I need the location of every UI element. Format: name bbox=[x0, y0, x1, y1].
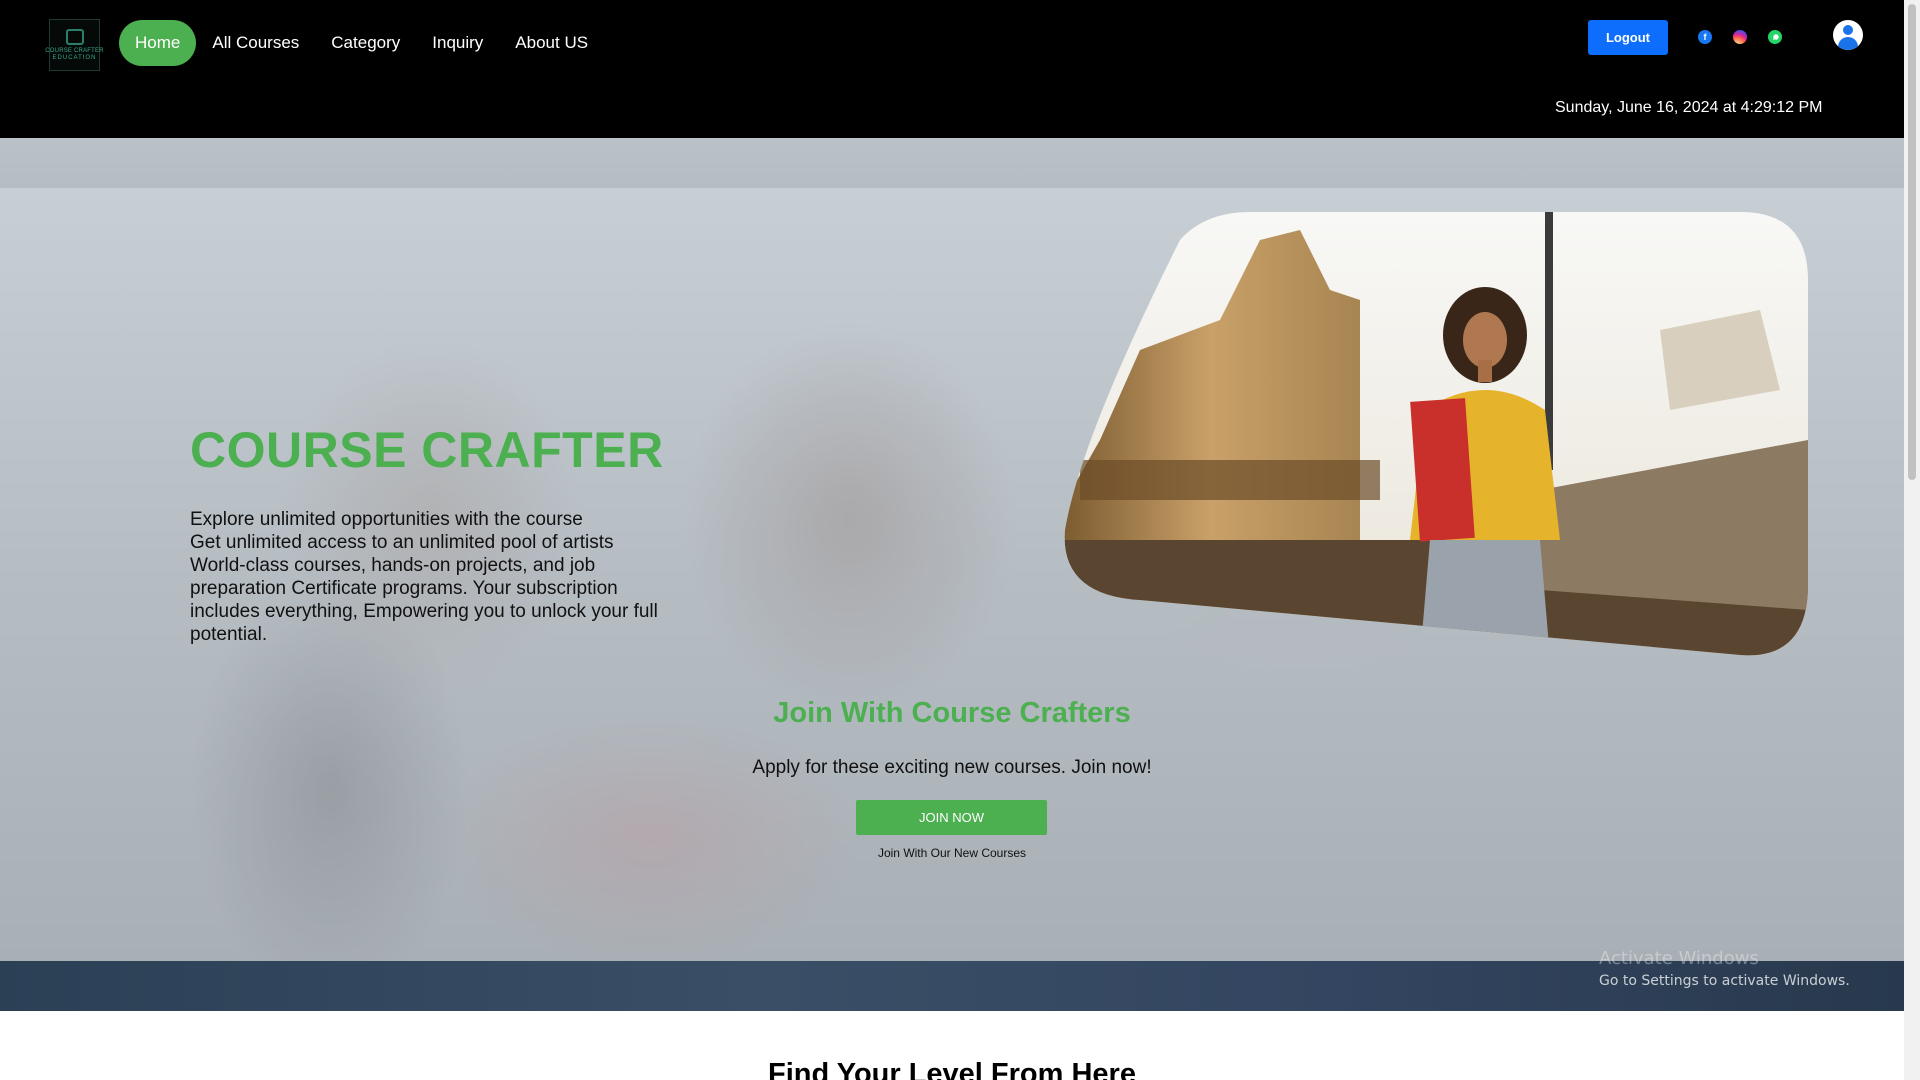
scrollbar-thumb[interactable] bbox=[1908, 4, 1916, 480]
nav-item-inquiry[interactable]: Inquiry bbox=[416, 20, 499, 66]
nav-item-home[interactable]: Home bbox=[119, 20, 197, 66]
current-datetime: Sunday, June 16, 2024 at 4:29:12 PM bbox=[1555, 99, 1823, 116]
hero-description: Explore unlimited opportunities with the… bbox=[190, 508, 670, 646]
logout-button[interactable]: Logout bbox=[1588, 20, 1668, 55]
hero-description-line1: Explore unlimited opportunities with the… bbox=[190, 509, 583, 530]
whatsapp-icon[interactable] bbox=[1768, 30, 1782, 44]
join-section-subtitle: Apply for these exciting new courses. Jo… bbox=[752, 757, 1152, 778]
join-section-title: Join With Course Crafters bbox=[773, 697, 1131, 729]
main-nav: Home All Courses Category Inquiry About … bbox=[119, 20, 604, 66]
nav-item-category[interactable]: Category bbox=[315, 20, 416, 66]
logo-line2: EDUCATION bbox=[52, 54, 97, 61]
windows-activation-watermark: Activate Windows Go to Settings to activ… bbox=[1599, 948, 1850, 989]
hero-title: COURSE CRAFTER bbox=[190, 422, 664, 478]
nav-item-about-us[interactable]: About US bbox=[499, 20, 604, 66]
top-navbar: COURSE CRAFTER EDUCATION Home All Course… bbox=[0, 0, 1904, 138]
page-scrollbar[interactable] bbox=[1904, 0, 1920, 1080]
student-hero-image bbox=[1064, 212, 1808, 656]
join-now-button[interactable]: JOIN NOW bbox=[856, 800, 1047, 835]
find-level-section-title: Find Your Level From Here bbox=[768, 1058, 1136, 1080]
nav-item-all-courses[interactable]: All Courses bbox=[196, 20, 315, 66]
user-profile-icon[interactable] bbox=[1833, 20, 1863, 50]
join-note: Join With Our New Courses bbox=[877, 846, 1027, 860]
watermark-line2: Go to Settings to activate Windows. bbox=[1599, 973, 1850, 989]
course-crafter-logo[interactable]: COURSE CRAFTER EDUCATION bbox=[45, 19, 104, 71]
logo-line1: COURSE CRAFTER bbox=[45, 47, 104, 54]
facebook-icon[interactable]: f bbox=[1698, 30, 1712, 44]
watermark-line1: Activate Windows bbox=[1599, 948, 1759, 969]
logo-emblem-icon bbox=[65, 28, 84, 45]
instagram-icon[interactable] bbox=[1733, 30, 1747, 44]
hero-description-line2: Get unlimited access to an unlimited poo… bbox=[190, 532, 658, 645]
